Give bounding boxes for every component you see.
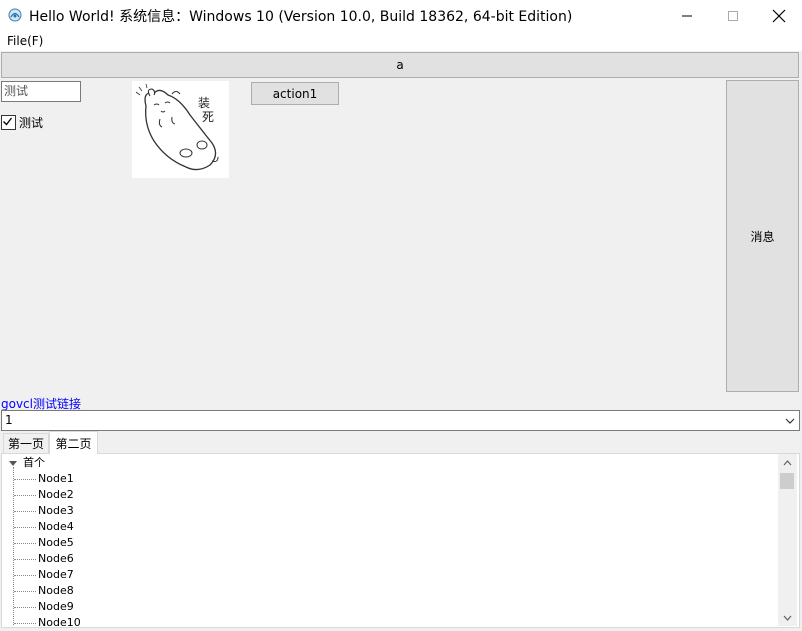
tree-connector-line [14, 623, 36, 624]
scroll-up-icon[interactable] [778, 454, 797, 471]
tree-node-label: Node3 [38, 504, 74, 517]
tree-vertical-scrollbar[interactable] [778, 454, 797, 626]
action1-button[interactable]: action1 [251, 82, 339, 105]
tree-node-label: Node6 [38, 552, 74, 565]
tree-node[interactable]: Node5 [4, 535, 204, 551]
tree-node-label: Node8 [38, 584, 74, 597]
tree-node[interactable]: Node8 [4, 583, 204, 599]
tree-node-label: Node1 [38, 472, 74, 485]
tree-node[interactable]: Node1 [4, 471, 204, 487]
tree-connector-line [14, 511, 36, 512]
chevron-down-icon[interactable] [784, 415, 796, 427]
tab-page-2[interactable]: 第二页 [49, 431, 98, 454]
tree-node-label: Node2 [38, 488, 74, 501]
a-button[interactable]: a [1, 52, 799, 78]
tree-connector-line [14, 527, 36, 528]
tree-node[interactable]: Node7 [4, 567, 204, 583]
tree-node[interactable]: Node3 [4, 503, 204, 519]
checkbox[interactable]: 测试 [1, 114, 43, 130]
tree-node[interactable]: Node4 [4, 519, 204, 535]
app-icon [7, 7, 23, 23]
maximize-icon [728, 10, 738, 21]
tree-view[interactable]: 首个 Node1 Node2 Node3 Node4 Node5 Node6 Node7 No… [4, 454, 778, 626]
minimize-button[interactable] [664, 0, 710, 31]
tree-connector-line [14, 607, 36, 608]
tree-node[interactable]: Node6 [4, 551, 204, 567]
tree-connector-line [14, 495, 36, 496]
tree-connector-line [14, 559, 36, 560]
tree-root-node[interactable]: 首个 [4, 455, 204, 471]
tree-connector-line [14, 479, 36, 480]
checkbox-box[interactable] [1, 114, 16, 130]
maximize-button[interactable] [710, 0, 756, 31]
text-edit[interactable]: 测试 [1, 81, 81, 102]
close-icon [772, 9, 786, 22]
tree-node-label: Node4 [38, 520, 74, 533]
combo-box[interactable]: 1 [1, 410, 800, 431]
window-title: Hello World! 系统信息：Windows 10 (Version 10… [29, 9, 573, 25]
hamster-image: 装 死 [132, 81, 229, 178]
tab-page-1[interactable]: 第一页 [3, 433, 49, 453]
tree-connector-line [14, 591, 36, 592]
tree-node[interactable]: Node9 [4, 599, 204, 615]
image-caption-1: 装 [198, 96, 210, 110]
close-button[interactable] [756, 0, 802, 31]
tree-connector-line [14, 543, 36, 544]
checkbox-label: 测试 [19, 115, 44, 130]
tree-root-label: 首个 [23, 456, 45, 469]
tree-node-label: Node5 [38, 536, 74, 549]
menu-bar: File(F) [0, 31, 802, 51]
combo-value: 1 [5, 413, 13, 427]
tree-node[interactable]: Node10 [4, 615, 204, 626]
tree-node[interactable]: Node2 [4, 487, 204, 503]
minimize-icon [682, 15, 692, 16]
menu-item-file[interactable]: File(F) [7, 34, 43, 48]
tree-node-label: Node9 [38, 600, 74, 613]
tree-connector-line [14, 575, 36, 576]
image-caption-2: 死 [202, 110, 214, 124]
scroll-thumb[interactable] [780, 473, 794, 489]
checkmark-icon [3, 117, 13, 125]
title-bar: Hello World! 系统信息：Windows 10 (Version 10… [0, 0, 802, 31]
scroll-down-icon[interactable] [778, 609, 797, 626]
tree-node-label: Node7 [38, 568, 74, 581]
message-button[interactable]: 消息 [726, 80, 799, 392]
collapse-arrow-icon[interactable] [8, 458, 18, 468]
tree-node-label: Node10 [38, 616, 81, 626]
